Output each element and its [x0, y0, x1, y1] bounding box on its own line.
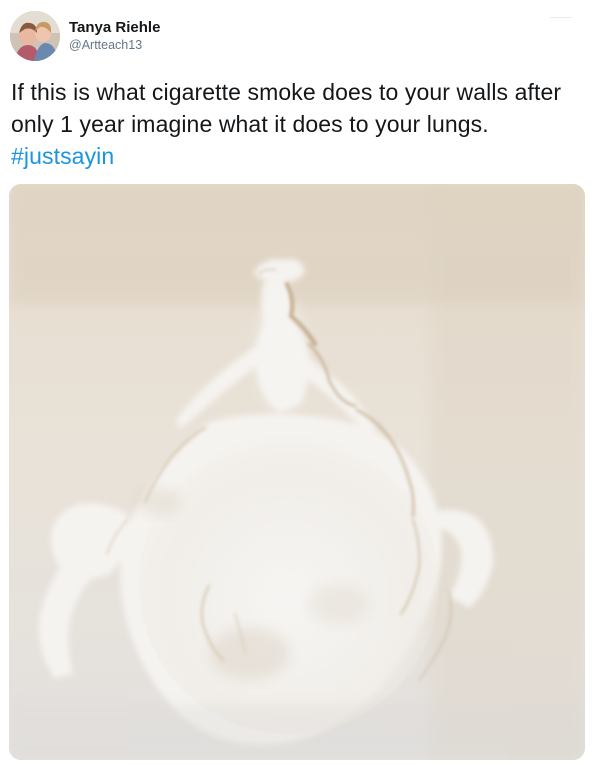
avatar[interactable]	[10, 11, 60, 61]
avatar-photo-icon	[10, 11, 60, 61]
tweet-media-photo[interactable]	[9, 184, 585, 760]
tweet-card: Tanya Riehle @Artteach13 If this is what…	[0, 0, 600, 765]
header-divider	[550, 17, 572, 18]
tweet-text: If this is what cigarette smoke does to …	[11, 76, 581, 172]
tweet-body: If this is what cigarette smoke does to …	[11, 79, 562, 137]
hashtag-link[interactable]: #justsayin	[11, 143, 114, 169]
author-display-name[interactable]: Tanya Riehle	[69, 18, 160, 37]
author-names: Tanya Riehle @Artteach13	[69, 18, 160, 54]
tweet-header: Tanya Riehle @Artteach13	[10, 10, 160, 62]
wall-photo-image	[9, 184, 585, 760]
author-handle[interactable]: @Artteach13	[69, 37, 160, 54]
